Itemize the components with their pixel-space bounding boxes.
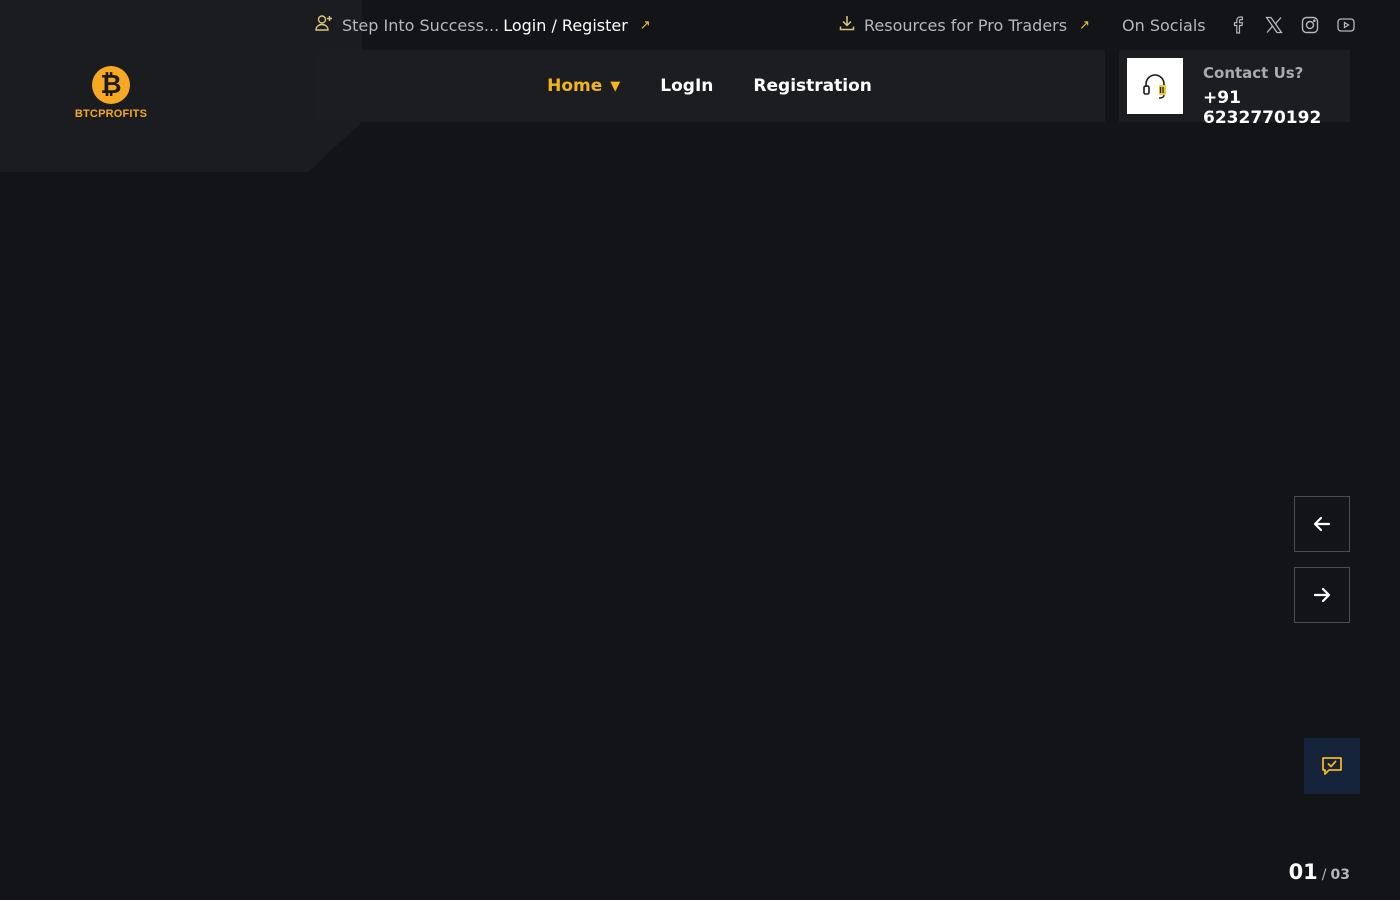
brand-name: BTCPROFITS	[74, 108, 148, 120]
nav-item-label: LogIn	[660, 76, 714, 96]
arrow-left-icon	[1313, 516, 1331, 532]
nav-item-login[interactable]: LogIn	[660, 76, 713, 96]
slide-separator: /	[1321, 867, 1327, 883]
brand-logo[interactable]: ₿ BTCPROFITS	[72, 66, 150, 120]
nav-item-label: Registration	[753, 76, 872, 96]
arrow-up-right-icon: ↗	[1079, 17, 1090, 33]
download-icon	[838, 14, 856, 36]
logo-panel	[0, 0, 362, 172]
nav-item-label: Home	[547, 76, 603, 96]
facebook-icon[interactable]	[1220, 14, 1256, 36]
nav-item-home[interactable]: Home ▼	[547, 76, 620, 96]
nav-item-registration[interactable]: Registration	[753, 76, 871, 96]
login-register-link[interactable]: Login / Register	[503, 16, 628, 35]
contact-phone[interactable]: +91 6232770192	[1203, 88, 1350, 128]
x-twitter-icon[interactable]	[1256, 14, 1292, 36]
arrow-right-icon	[1313, 587, 1331, 603]
headset-icon	[1127, 58, 1183, 114]
youtube-icon[interactable]	[1328, 14, 1364, 36]
caret-down-icon: ▼	[610, 78, 621, 94]
slide-counter: 01 / 03	[1289, 860, 1350, 884]
main-nav: Home ▼ LogIn Registration	[314, 50, 1105, 122]
slide-current: 01	[1288, 860, 1318, 884]
page: ₿ BTCPROFITS Step Into Success... Login …	[0, 0, 1400, 900]
slider-prev-button[interactable]	[1294, 496, 1350, 552]
resources-link[interactable]: Resources for Pro Traders	[864, 16, 1067, 35]
socials: On Socials	[1122, 12, 1364, 38]
instagram-icon[interactable]	[1292, 14, 1328, 36]
arrow-up-right-icon: ↗	[639, 17, 651, 33]
contact-box[interactable]: Contact Us? +91 6232770192	[1119, 50, 1350, 128]
chat-check-icon	[1322, 757, 1342, 775]
slide-total: 03	[1330, 867, 1350, 883]
socials-label: On Socials	[1122, 15, 1206, 35]
chat-button[interactable]	[1304, 738, 1360, 794]
topbar-resources[interactable]: Resources for Pro Traders ↗	[838, 14, 1090, 36]
add-user-icon	[314, 13, 334, 37]
tagline: Step Into Success...	[342, 15, 500, 35]
topbar-auth: Step Into Success... Login / Register ↗	[314, 14, 651, 36]
contact-label: Contact Us?	[1203, 64, 1304, 82]
bitcoin-logo-icon: ₿	[92, 66, 130, 104]
slider-next-button[interactable]	[1294, 567, 1350, 623]
